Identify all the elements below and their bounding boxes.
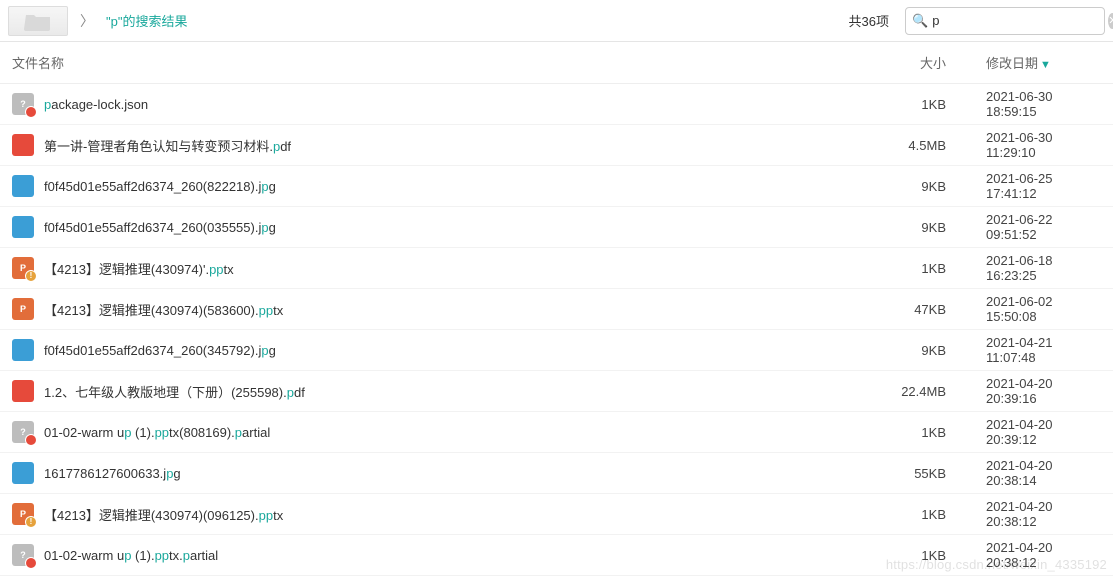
file-list: ?package-lock.json1KB2021-06-30 18:59:15… — [0, 84, 1113, 576]
folder-icon — [24, 11, 52, 31]
sort-descending-icon: ▼ — [1040, 59, 1051, 71]
img-file-icon — [12, 339, 34, 361]
breadcrumb-label[interactable]: "p"的搜索结果 — [106, 11, 187, 30]
file-row[interactable]: ? 01-02-warm up (1).pptx(808169).partial1… — [0, 412, 1113, 453]
file-row[interactable]: 第一讲-管理者角色认知与转变预习材料.pdf4.5MB2021-06-30 11… — [0, 125, 1113, 166]
chevron-right-icon: 〉 — [76, 11, 98, 31]
ppt-file-icon: P — [12, 503, 34, 525]
file-name: package-lock.json — [44, 97, 876, 112]
file-date: 2021-04-20 20:38:12 — [946, 499, 1101, 529]
file-row[interactable]: f0f45d01e55aff2d6374_260(822218).jpg9KB2… — [0, 166, 1113, 207]
file-size: 55KB — [876, 466, 946, 481]
item-count: 共36项 — [849, 11, 889, 30]
file-date: 2021-06-02 15:50:08 — [946, 294, 1101, 324]
file-date: 2021-04-20 20:39:16 — [946, 376, 1101, 406]
toolbar: 〉 "p"的搜索结果 共36项 🔍 ✕ — [0, 0, 1113, 42]
file-name: f0f45d01e55aff2d6374_260(822218).jpg — [44, 179, 876, 194]
file-size: 47KB — [876, 302, 946, 317]
file-row[interactable]: f0f45d01e55aff2d6374_260(035555).jpg9KB2… — [0, 207, 1113, 248]
pdf-file-icon — [12, 380, 34, 402]
file-row[interactable]: f0f45d01e55aff2d6374_260(345792).jpg9KB2… — [0, 330, 1113, 371]
unknown-file-icon: ? — [12, 544, 34, 566]
file-date: 2021-04-20 20:38:14 — [946, 458, 1101, 488]
breadcrumb-root-folder[interactable] — [8, 6, 68, 36]
file-size: 9KB — [876, 220, 946, 235]
file-size: 4.5MB — [876, 138, 946, 153]
file-date: 2021-06-18 16:23:25 — [946, 253, 1101, 283]
file-size: 9KB — [876, 179, 946, 194]
unknown-file-icon: ? — [12, 421, 34, 443]
file-name: 1.2、七年级人教版地理（下册）(255598).pdf — [44, 382, 876, 401]
file-date: 2021-04-20 20:39:12 — [946, 417, 1101, 447]
column-headers: 文件名称 大小 修改日期▼ — [0, 42, 1113, 84]
column-header-size[interactable]: 大小 — [876, 53, 946, 72]
file-name: 【4213】逻辑推理(430974)(583600).pptx — [44, 300, 876, 319]
file-name: 01-02-warm up (1).pptx.partial — [44, 548, 876, 563]
file-date: 2021-06-30 11:29:10 — [946, 130, 1101, 160]
column-header-date-label: 修改日期 — [986, 56, 1038, 71]
search-box[interactable]: 🔍 ✕ — [905, 7, 1105, 35]
file-name: 1617786127600633.jpg — [44, 466, 876, 481]
file-date: 2021-06-22 09:51:52 — [946, 212, 1101, 242]
file-row[interactable]: 1.2、七年级人教版地理（下册）(255598).pdf22.4MB2021-0… — [0, 371, 1113, 412]
file-row[interactable]: P 【4213】逻辑推理(430974)(583600).pptx47KB2021… — [0, 289, 1113, 330]
file-size: 1KB — [876, 425, 946, 440]
file-name: 01-02-warm up (1).pptx(808169).partial — [44, 425, 876, 440]
pdf-file-icon — [12, 134, 34, 156]
file-size: 22.4MB — [876, 384, 946, 399]
file-name: f0f45d01e55aff2d6374_260(035555).jpg — [44, 220, 876, 235]
file-name: 【4213】逻辑推理(430974)(096125).pptx — [44, 505, 876, 524]
file-date: 2021-06-30 18:59:15 — [946, 89, 1101, 119]
img-file-icon — [12, 216, 34, 238]
file-size: 1KB — [876, 261, 946, 276]
ppt-file-icon: P — [12, 298, 34, 320]
column-header-date[interactable]: 修改日期▼ — [946, 53, 1101, 72]
search-icon: 🔍 — [912, 13, 928, 29]
file-date: 2021-04-21 11:07:48 — [946, 335, 1101, 365]
file-size: 9KB — [876, 343, 946, 358]
img-file-icon — [12, 462, 34, 484]
file-row[interactable]: ? 01-02-warm up (1).pptx.partial1KB2021-0… — [0, 535, 1113, 576]
file-row[interactable]: 1617786127600633.jpg55KB2021-04-20 20:38… — [0, 453, 1113, 494]
file-row[interactable]: ? package-lock.json1KB2021-06-30 18:59:15 — [0, 84, 1113, 125]
file-name: 第一讲-管理者角色认知与转变预习材料.pdf — [44, 136, 876, 155]
ppt-file-icon: P — [12, 257, 34, 279]
file-date: 2021-06-25 17:41:12 — [946, 171, 1101, 201]
file-date: 2021-04-20 20:38:12 — [946, 540, 1101, 570]
column-header-name[interactable]: 文件名称 — [12, 53, 876, 72]
file-row[interactable]: P 【4213】逻辑推理(430974)'.pptx1KB2021-06-18 1… — [0, 248, 1113, 289]
file-size: 1KB — [876, 548, 946, 563]
file-row[interactable]: P 【4213】逻辑推理(430974)(096125).pptx1KB2021-… — [0, 494, 1113, 535]
file-size: 1KB — [876, 97, 946, 112]
clear-search-icon[interactable]: ✕ — [1108, 13, 1113, 29]
file-size: 1KB — [876, 507, 946, 522]
unknown-file-icon: ? — [12, 93, 34, 115]
file-name: 【4213】逻辑推理(430974)'.pptx — [44, 259, 876, 278]
img-file-icon — [12, 175, 34, 197]
file-name: f0f45d01e55aff2d6374_260(345792).jpg — [44, 343, 876, 358]
search-input[interactable] — [932, 13, 1108, 28]
